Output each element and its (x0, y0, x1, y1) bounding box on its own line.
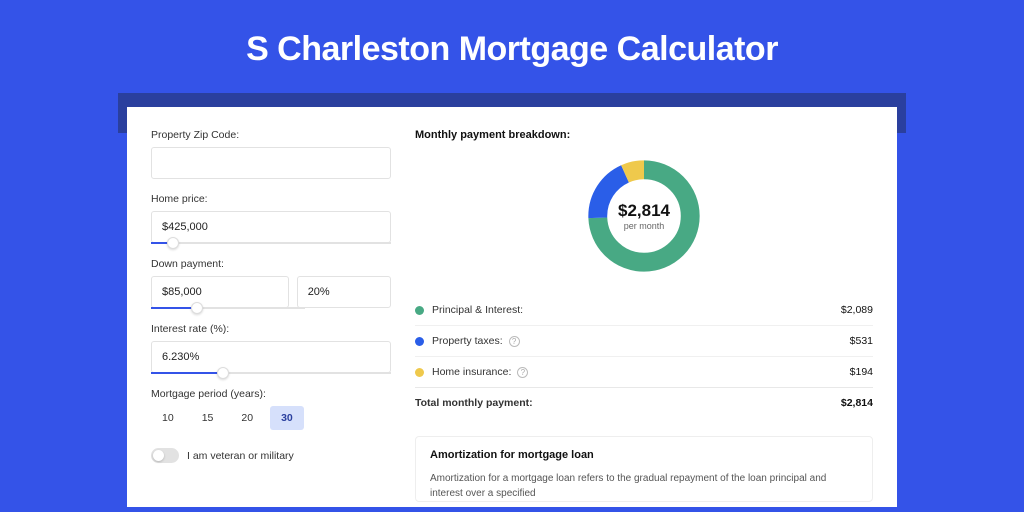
breakdown-label: Principal & Interest: (432, 304, 523, 316)
rate-slider-thumb[interactable] (217, 367, 229, 379)
total-label: Total monthly payment: (415, 397, 533, 409)
help-icon[interactable]: ? (509, 336, 520, 347)
donut-container: $2,814 per month (415, 155, 873, 277)
period-field-group: Mortgage period (years): 10152030 (151, 388, 391, 430)
toggle-knob (153, 450, 164, 461)
rate-field-group: Interest rate (%): (151, 323, 391, 374)
amortization-body: Amortization for a mortgage loan refers … (430, 471, 858, 501)
page-title: S Charleston Mortgage Calculator (0, 0, 1024, 93)
period-button-20[interactable]: 20 (230, 406, 264, 430)
breakdown-total-row: Total monthly payment: $2,814 (415, 387, 873, 418)
breakdown-label: Property taxes: (432, 335, 503, 347)
help-icon[interactable]: ? (517, 367, 528, 378)
legend-dot (415, 368, 424, 377)
period-button-30[interactable]: 30 (270, 406, 304, 430)
breakdown-value: $2,089 (841, 304, 873, 316)
rate-slider[interactable] (151, 372, 391, 374)
legend-dot (415, 306, 424, 315)
donut-center: $2,814 per month (583, 155, 705, 277)
breakdown-list: Principal & Interest: $2,089 Property taxe… (415, 295, 873, 387)
donut-amount: $2,814 (618, 201, 670, 221)
down-amount-input[interactable] (151, 276, 289, 308)
zip-field-group: Property Zip Code: (151, 129, 391, 179)
zip-label: Property Zip Code: (151, 129, 391, 141)
veteran-label: I am veteran or military (187, 450, 294, 462)
down-label: Down payment: (151, 258, 391, 270)
period-button-10[interactable]: 10 (151, 406, 185, 430)
breakdown-row: Principal & Interest: $2,089 (415, 295, 873, 325)
breakdown-label: Home insurance: (432, 366, 511, 378)
breakdown-value: $194 (850, 366, 873, 378)
breakdown-value: $531 (850, 335, 873, 347)
price-slider[interactable] (151, 242, 391, 244)
period-label: Mortgage period (years): (151, 388, 391, 400)
veteran-row: I am veteran or military (151, 448, 391, 463)
price-slider-thumb[interactable] (167, 237, 179, 249)
amortization-title: Amortization for mortgage loan (430, 449, 858, 461)
breakdown-title: Monthly payment breakdown: (415, 129, 873, 141)
period-button-15[interactable]: 15 (191, 406, 225, 430)
down-percent-input[interactable] (297, 276, 391, 308)
price-input[interactable] (151, 211, 391, 243)
calculator-panel: Property Zip Code: Home price: Down paym… (127, 107, 897, 507)
breakdown-row: Home insurance:? $194 (415, 356, 873, 387)
rate-input[interactable] (151, 341, 391, 373)
payment-donut-chart: $2,814 per month (583, 155, 705, 277)
rate-label: Interest rate (%): (151, 323, 391, 335)
legend-dot (415, 337, 424, 346)
amortization-card: Amortization for mortgage loan Amortizat… (415, 436, 873, 502)
down-field-group: Down payment: (151, 258, 391, 309)
breakdown-row: Property taxes:? $531 (415, 325, 873, 356)
zip-input[interactable] (151, 147, 391, 179)
form-column: Property Zip Code: Home price: Down paym… (151, 129, 391, 507)
donut-sub: per month (624, 221, 665, 231)
down-slider-thumb[interactable] (191, 302, 203, 314)
down-slider[interactable] (151, 307, 305, 309)
veteran-toggle[interactable] (151, 448, 179, 463)
breakdown-column: Monthly payment breakdown: $2,814 per mo… (415, 129, 873, 507)
price-field-group: Home price: (151, 193, 391, 244)
period-buttons: 10152030 (151, 406, 391, 430)
total-value: $2,814 (841, 397, 873, 409)
price-label: Home price: (151, 193, 391, 205)
